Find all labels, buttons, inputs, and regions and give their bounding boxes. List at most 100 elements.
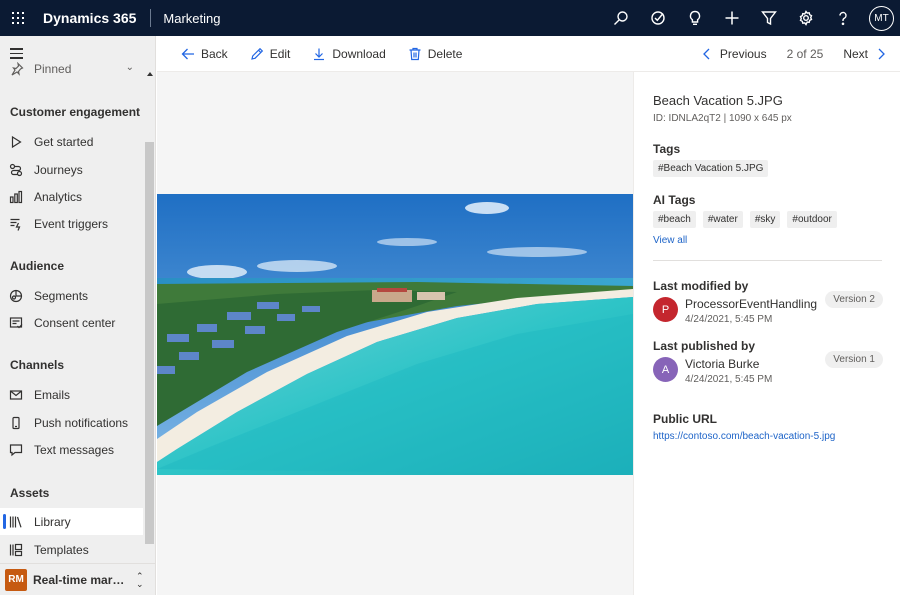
tags-list: #Beach Vacation 5.JPG xyxy=(653,160,775,177)
sidebar-item-label: Analytics xyxy=(34,189,83,204)
mail-icon xyxy=(9,388,23,402)
lightbulb-icon[interactable] xyxy=(676,0,713,36)
scroll-up-icon[interactable] xyxy=(147,72,153,76)
hamburger-menu-icon[interactable] xyxy=(10,48,23,62)
public-url-label: Public URL xyxy=(653,412,718,426)
next-label: Next xyxy=(843,47,868,61)
public-url-link[interactable]: https://contoso.com/beach-vacation-5.jpg xyxy=(653,431,835,442)
published-by-name: Victoria Burke xyxy=(685,357,760,371)
user-avatar[interactable]: MT xyxy=(869,5,894,31)
sidebar-item-label: Library xyxy=(34,514,71,529)
sidebar-item-text-messages[interactable]: Text messages xyxy=(0,436,143,463)
file-meta: ID: IDNLA2qT2 | 1090 x 645 px xyxy=(653,113,792,124)
sidebar-scrollbar[interactable] xyxy=(145,72,154,584)
chevron-left-icon xyxy=(703,48,710,60)
ai-tag-chip[interactable]: #sky xyxy=(749,211,781,228)
pinned-group[interactable]: Pinned ⌄ xyxy=(10,62,134,76)
back-label: Back xyxy=(201,46,228,61)
scrollbar-thumb[interactable] xyxy=(145,142,154,544)
tags-label: Tags xyxy=(653,142,681,156)
sidebar-item-templates[interactable]: Templates xyxy=(0,536,143,563)
event-trigger-icon xyxy=(9,217,23,231)
edit-button[interactable]: Edit xyxy=(250,46,291,61)
view-all-link[interactable]: View all xyxy=(653,235,687,246)
last-modified-by: P ProcessorEventHandling 4/24/2021, 5:45… xyxy=(653,291,883,329)
sidebar-item-consent-center[interactable]: Consent center xyxy=(0,309,143,336)
sidebar-item-emails[interactable]: Emails xyxy=(0,381,143,408)
details-pane: Beach Vacation 5.JPG ID: IDNLA2qT2 | 109… xyxy=(633,72,900,595)
sidebar-item-journeys[interactable]: Journeys xyxy=(0,156,143,183)
gear-icon[interactable] xyxy=(787,0,824,36)
plus-icon[interactable] xyxy=(713,0,750,36)
page-position: 2 of 25 xyxy=(786,47,824,61)
delete-button[interactable]: Delete xyxy=(408,47,462,61)
back-button[interactable]: Back xyxy=(181,47,228,61)
pin-icon xyxy=(10,62,24,76)
download-button[interactable]: Download xyxy=(312,46,386,61)
previous-label: Previous xyxy=(719,47,767,61)
consent-icon xyxy=(9,316,23,330)
segments-icon xyxy=(9,289,23,303)
next-button[interactable]: Next xyxy=(843,47,886,61)
command-bar: Back Edit Download Delete Previous 2 of … xyxy=(157,36,900,72)
avatar: P xyxy=(653,297,678,322)
pencil-icon xyxy=(250,47,263,60)
divider xyxy=(150,9,152,27)
pager: Previous 2 of 25 Next xyxy=(702,36,886,72)
ai-tag-chip[interactable]: #outdoor xyxy=(787,211,837,228)
play-icon xyxy=(9,135,23,149)
sidebar-item-label: Templates xyxy=(34,542,89,557)
task-check-icon[interactable] xyxy=(639,0,676,36)
pinned-label: Pinned xyxy=(34,62,72,76)
version-badge: Version 1 xyxy=(825,351,883,368)
chat-icon xyxy=(9,443,23,457)
arrow-left-icon xyxy=(181,48,194,59)
sidebar-item-get-started[interactable]: Get started xyxy=(0,128,143,155)
module-name[interactable]: Marketing xyxy=(163,11,220,26)
ai-tags-label: AI Tags xyxy=(653,193,696,207)
section-title-channels: Channels xyxy=(10,358,65,372)
sidebar-item-label: Journeys xyxy=(34,162,83,177)
ai-tag-chip[interactable]: #beach xyxy=(653,211,696,228)
download-label: Download xyxy=(332,46,386,61)
published-date: 4/24/2021, 5:45 PM xyxy=(685,374,773,385)
last-modified-label: Last modified by xyxy=(653,279,749,293)
chevron-right-icon xyxy=(878,48,885,60)
tag-chip[interactable]: #Beach Vacation 5.JPG xyxy=(653,160,769,177)
asset-image xyxy=(157,194,633,475)
sidebar-item-event-triggers[interactable]: Event triggers xyxy=(0,210,143,237)
image-preview-area xyxy=(157,72,633,595)
last-published-by: A Victoria Burke 4/24/2021, 5:45 PM Vers… xyxy=(653,351,883,389)
chevron-down-icon: ⌄ xyxy=(125,62,134,73)
area-switcher[interactable]: RM Real-time marketi… ⌃⌄ xyxy=(0,563,155,595)
area-badge: RM xyxy=(5,568,27,591)
ai-tags-list: #beach #water #sky #outdoor xyxy=(653,211,844,228)
sidebar-item-analytics[interactable]: Analytics xyxy=(0,183,143,210)
sidebar-item-push-notifications[interactable]: Push notifications xyxy=(0,409,143,436)
section-title-assets: Assets xyxy=(10,486,50,500)
sidebar-item-label: Text messages xyxy=(34,442,115,457)
modified-date: 4/24/2021, 5:45 PM xyxy=(685,314,773,325)
sidebar-item-label: Emails xyxy=(34,387,71,402)
previous-button[interactable]: Previous xyxy=(702,47,767,61)
trash-icon xyxy=(409,47,421,60)
filter-icon[interactable] xyxy=(750,0,787,36)
app-launcher-icon[interactable] xyxy=(0,0,36,36)
sidebar-item-label: Consent center xyxy=(34,315,116,330)
app-name[interactable]: Dynamics 365 xyxy=(43,10,136,26)
top-bar: Dynamics 365 Marketing MT xyxy=(0,0,900,36)
divider xyxy=(653,260,882,261)
sidebar-item-label: Event triggers xyxy=(34,216,109,231)
last-published-label: Last published by xyxy=(653,339,756,353)
file-name: Beach Vacation 5.JPG xyxy=(653,93,783,108)
sidebar-item-library[interactable]: Library xyxy=(0,508,143,535)
sidebar: Pinned ⌄ Customer engagement Get started… xyxy=(0,36,156,595)
ai-tag-chip[interactable]: #water xyxy=(702,211,743,228)
analytics-icon xyxy=(9,190,23,204)
help-icon[interactable] xyxy=(824,0,861,36)
search-icon[interactable] xyxy=(602,0,639,36)
sidebar-item-segments[interactable]: Segments xyxy=(0,282,143,309)
edit-label: Edit xyxy=(269,46,291,61)
sidebar-item-label: Segments xyxy=(34,288,89,303)
version-badge: Version 2 xyxy=(825,291,883,308)
